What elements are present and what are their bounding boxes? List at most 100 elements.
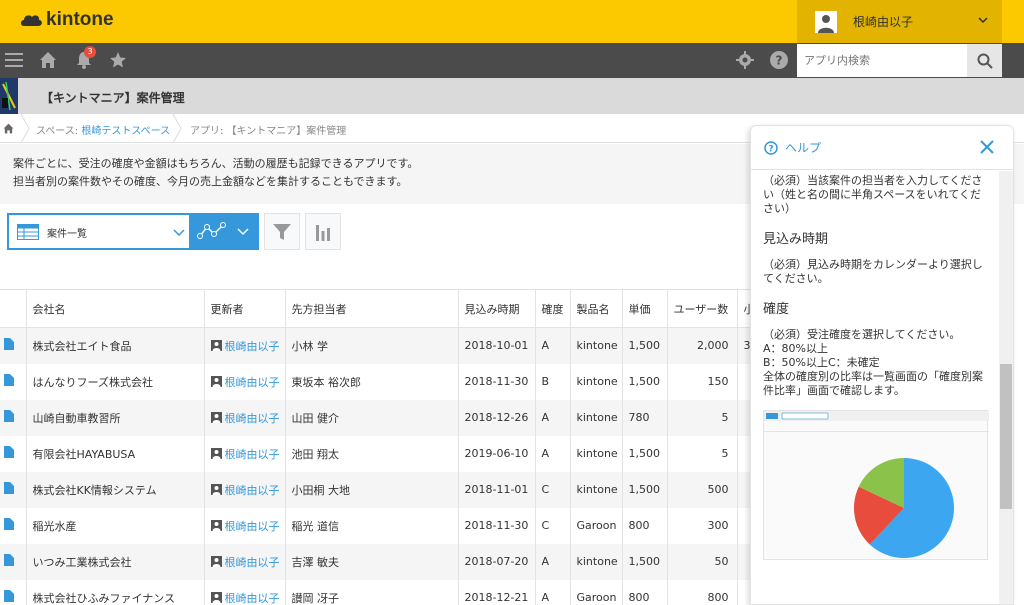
contact-cell: 山田 健介 [284, 399, 458, 436]
menu-icon[interactable] [5, 51, 23, 69]
user-name: 根崎由以子 [853, 15, 914, 29]
bar-chart-icon [316, 224, 330, 241]
app-search-field[interactable] [797, 44, 967, 77]
updater-link[interactable]: 根崎由以子 [225, 374, 280, 390]
table-row[interactable]: 株式会社KK情報システム 根崎由以子 小田桐 大地 2018-11-01 C k… [0, 471, 760, 508]
updater-link[interactable]: 根崎由以子 [225, 446, 280, 462]
breadcrumb-space-prefix: スペース: [36, 126, 82, 137]
breadcrumb-separator [20, 114, 30, 143]
updater-link[interactable]: 根崎由以子 [225, 482, 280, 498]
help-paragraph: （必須）見込み時期をカレンダーより選択してください。 [763, 258, 983, 285]
help-scrollbar-thumb[interactable] [1000, 364, 1012, 509]
cloud-logo-icon [21, 15, 42, 26]
table-row[interactable]: はんなりフーズ株式会社 根崎由以子 東坂本 裕次郎 2018-11-30 B k… [0, 363, 760, 400]
user-avatar-icon [210, 556, 222, 567]
user-avatar-icon [210, 484, 222, 495]
column-header[interactable]: 単価 [621, 289, 667, 328]
search-button[interactable] [967, 44, 1002, 77]
contact-cell: 東坂本 裕次郎 [284, 363, 458, 400]
help-paragraph: （必須）受注確度を選択してください。 [763, 328, 961, 341]
view-selector[interactable]: 案件一覧 [7, 213, 191, 250]
close-icon[interactable] [979, 139, 995, 155]
user-avatar-icon [815, 10, 837, 33]
updater-link[interactable]: 根崎由以子 [225, 410, 280, 426]
chevron-down-icon [237, 228, 249, 236]
filter-icon [273, 223, 291, 240]
user-menu[interactable]: 根崎由以子 [797, 0, 1002, 43]
product-cell: Garoon [569, 507, 622, 544]
column-header[interactable]: 更新者 [203, 289, 285, 328]
updater-cell: 根崎由以子 [203, 435, 285, 472]
date-cell: 2018-10-01 [457, 327, 535, 364]
breadcrumb-separator [172, 114, 182, 143]
company-cell: はんなりフーズ株式会社 [25, 363, 204, 400]
help-paragraph: A：80%以上 [763, 342, 828, 355]
price-cell: 1,500 [621, 363, 667, 400]
kintone-logo[interactable]: kintone [20, 9, 114, 31]
record-detail-icon[interactable] [4, 554, 14, 566]
contact-cell: 小林 学 [284, 327, 458, 364]
column-header[interactable]: 先方担当者 [284, 289, 458, 328]
star-icon[interactable] [109, 51, 127, 69]
table-row[interactable]: 株式会社ひふみファイナンス 根崎由以子 讃岡 冴子 2018-12-21 A G… [0, 579, 760, 605]
gear-icon[interactable] [736, 51, 754, 69]
record-detail-icon[interactable] [4, 590, 14, 602]
record-detail-icon[interactable] [4, 482, 14, 494]
updater-link[interactable]: 根崎由以子 [225, 590, 280, 605]
updater-cell: 根崎由以子 [203, 543, 285, 580]
company-cell: 有限会社HAYABUSA [25, 435, 204, 472]
table-row[interactable]: 山崎自動車教習所 根崎由以子 山田 健介 2018-12-26 A kinton… [0, 399, 760, 436]
table-row[interactable]: 稲光水産 根崎由以子 稲光 道信 2018-11-30 C Garoon 800… [0, 507, 760, 544]
column-header[interactable]: 会社名 [25, 289, 204, 328]
filter-button[interactable] [264, 213, 300, 250]
column-header[interactable]: 確度 [534, 289, 570, 328]
record-detail-icon[interactable] [4, 410, 14, 422]
product-cell: kintone [569, 471, 622, 508]
record-detail-icon[interactable] [4, 446, 14, 458]
column-header[interactable]: ユーザー数 [666, 289, 737, 328]
updater-link[interactable]: 根崎由以子 [225, 518, 280, 534]
record-detail-icon[interactable] [4, 338, 14, 351]
help-heading: 見込み時期 [763, 232, 829, 247]
company-cell: 稲光水産 [25, 507, 204, 544]
price-cell: 1,500 [621, 471, 667, 508]
rank-cell: A [534, 435, 570, 472]
price-cell: 1,500 [621, 327, 667, 364]
users-cell: 150 [666, 363, 737, 400]
records-table: 会社名 更新者 先方担当者 見込み時期 確度 製品名 単価 ユーザー数 小 株式… [0, 289, 760, 605]
table-header-row: 会社名 更新者 先方担当者 見込み時期 確度 製品名 単価 ユーザー数 小 [0, 289, 760, 328]
breadcrumb-space-link[interactable]: 根崎テストスペース [81, 126, 170, 137]
updater-link[interactable]: 根崎由以子 [225, 554, 280, 570]
graph-selector[interactable] [191, 213, 259, 250]
breadcrumb-space[interactable]: スペース: 根崎テストスペース [36, 122, 170, 137]
record-detail-icon[interactable] [4, 518, 14, 530]
graph-button[interactable] [305, 213, 341, 250]
app-icon [0, 78, 18, 114]
help-heading: 確度 [763, 302, 790, 317]
column-header[interactable]: 製品名 [569, 289, 622, 328]
record-detail-icon[interactable] [4, 374, 14, 386]
table-row[interactable]: 株式会社エイト食品 根崎由以子 小林 学 2018-10-01 A kinton… [0, 327, 760, 364]
help-icon[interactable]: ? [770, 51, 788, 69]
home-crumb-icon[interactable] [3, 123, 14, 134]
table-row[interactable]: いつみ工業株式会社 根崎由以子 吉澤 敏夫 2018-07-20 A kinto… [0, 543, 760, 580]
updater-link[interactable]: 根崎由以子 [225, 338, 280, 354]
table-row[interactable]: 有限会社HAYABUSA 根崎由以子 池田 翔太 2019-06-10 A ki… [0, 435, 760, 472]
updater-cell: 根崎由以子 [203, 327, 285, 364]
contact-cell: 小田桐 大地 [284, 471, 458, 508]
users-cell: 300 [666, 507, 737, 544]
company-cell: 株式会社エイト食品 [25, 327, 204, 364]
company-cell: 株式会社ひふみファイナンス [25, 579, 204, 605]
home-icon[interactable] [39, 51, 57, 69]
product-cell: kintone [569, 543, 622, 580]
product-cell: kintone [569, 399, 622, 436]
product-cell: kintone [569, 363, 622, 400]
column-header[interactable]: 見込み時期 [457, 289, 535, 328]
search-input[interactable] [797, 44, 967, 77]
help-title: ヘルプ [785, 141, 822, 155]
price-cell: 1,500 [621, 543, 667, 580]
rank-cell: A [534, 579, 570, 605]
rank-cell: C [534, 471, 570, 508]
top-header: kintone 根崎由以子 [0, 0, 1024, 43]
rank-cell: A [534, 543, 570, 580]
